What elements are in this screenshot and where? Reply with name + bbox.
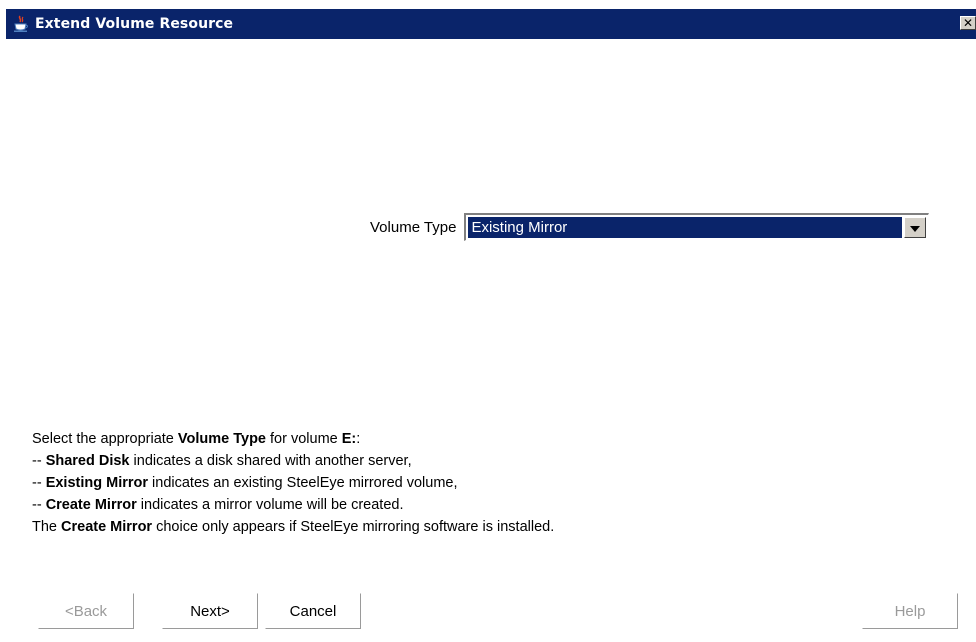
title-bar: Extend Volume Resource ✕ bbox=[6, 9, 976, 39]
dropdown-button[interactable] bbox=[904, 217, 927, 238]
volume-type-row: Volume Type Existing Mirror bbox=[370, 211, 930, 243]
back-button[interactable]: <Back bbox=[38, 593, 134, 629]
description-line-2: -- Shared Disk indicates a disk shared w… bbox=[32, 453, 412, 469]
volume-type-label: Volume Type bbox=[370, 218, 457, 236]
close-icon: ✕ bbox=[962, 16, 974, 30]
help-button[interactable]: Help bbox=[862, 593, 958, 629]
volume-type-selected-value[interactable]: Existing Mirror bbox=[468, 217, 903, 238]
volume-type-description: Select the appropriate Volume Type for v… bbox=[32, 428, 554, 538]
java-cup-icon bbox=[12, 15, 30, 33]
cancel-button[interactable]: Cancel bbox=[265, 593, 361, 629]
close-button[interactable]: ✕ bbox=[960, 16, 976, 30]
next-button[interactable]: Next> bbox=[162, 593, 258, 629]
dialog-window: Extend Volume Resource ✕ Volume Type Exi… bbox=[0, 0, 976, 642]
description-line-5: The Create Mirror choice only appears if… bbox=[32, 519, 555, 535]
volume-type-select[interactable]: Existing Mirror bbox=[464, 213, 930, 241]
description-line-3: -- Existing Mirror indicates an existing… bbox=[32, 475, 458, 491]
chevron-down-icon bbox=[910, 219, 921, 237]
window-title: Extend Volume Resource bbox=[35, 16, 234, 32]
description-line-4: -- Create Mirror indicates a mirror volu… bbox=[32, 497, 404, 513]
description-line-1: Select the appropriate Volume Type for v… bbox=[32, 431, 361, 447]
